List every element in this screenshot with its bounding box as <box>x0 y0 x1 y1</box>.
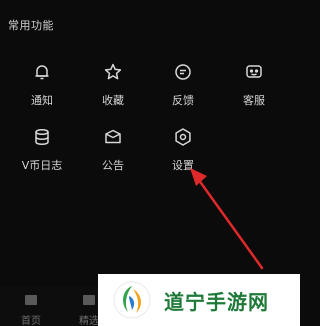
item-label: 公告 <box>102 159 124 172</box>
item-feedback[interactable]: 反馈 <box>153 61 213 108</box>
item-vcoin-log[interactable]: V币日志 <box>12 126 72 173</box>
item-label: 客服 <box>243 94 265 107</box>
item-customer-service[interactable]: 客服 <box>224 61 284 108</box>
bell-icon <box>31 61 53 83</box>
item-announcements[interactable]: 公告 <box>83 126 143 173</box>
announcement-icon <box>102 126 124 148</box>
feedback-icon <box>172 61 194 83</box>
watermark-logo-icon <box>112 280 152 320</box>
tab-home[interactable]: 首页 <box>11 294 51 326</box>
home-icon <box>24 294 38 306</box>
gear-icon <box>172 126 194 148</box>
item-label: 通知 <box>31 94 53 107</box>
item-favorites[interactable]: 收藏 <box>83 61 143 108</box>
star-icon <box>102 61 124 83</box>
item-label: 收藏 <box>102 94 124 107</box>
coins-icon <box>31 126 53 148</box>
item-settings[interactable]: 设置 <box>153 126 213 173</box>
item-label: V币日志 <box>21 159 63 172</box>
featured-icon <box>82 294 96 306</box>
item-label: 反馈 <box>172 94 194 107</box>
item-notifications[interactable]: 通知 <box>12 61 72 108</box>
section-title: 常用功能 <box>8 19 54 32</box>
service-icon <box>243 61 265 83</box>
item-label: 设置 <box>172 159 194 172</box>
site-watermark: 道宁手游网 <box>98 274 300 326</box>
tab-label: 首页 <box>21 316 41 326</box>
watermark-text: 道宁手游网 <box>164 290 269 314</box>
